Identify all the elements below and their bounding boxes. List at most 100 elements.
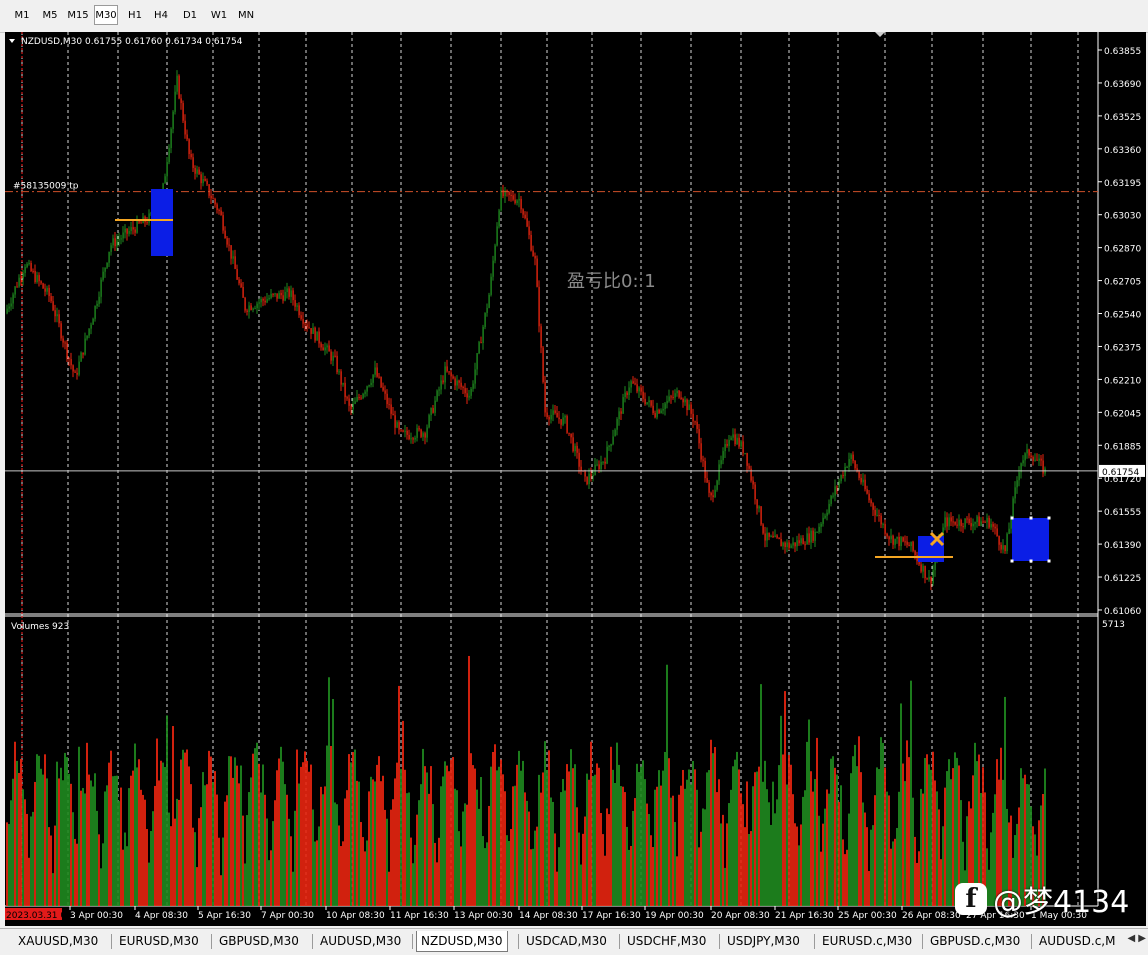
volume-bar bbox=[578, 832, 580, 906]
volume-bar bbox=[656, 786, 658, 906]
chart-tab-4[interactable]: AUDUSD,M30 bbox=[316, 931, 405, 951]
volume-bar bbox=[830, 758, 832, 906]
candle-body bbox=[352, 403, 354, 410]
volume-bar bbox=[814, 779, 816, 906]
timeframe-button-m15[interactable]: M15 bbox=[66, 6, 90, 26]
candle-body bbox=[572, 437, 574, 452]
box-handle[interactable] bbox=[1029, 559, 1033, 563]
candle-body bbox=[206, 180, 208, 185]
candle-body bbox=[52, 301, 54, 311]
candle-body bbox=[992, 524, 994, 527]
volume-bar bbox=[414, 844, 416, 906]
volume-bar bbox=[120, 787, 122, 906]
volume-bar bbox=[434, 842, 436, 906]
timeframe-button-h1[interactable]: H1 bbox=[126, 6, 144, 26]
volume-bar bbox=[334, 802, 336, 906]
volume-bar bbox=[898, 791, 900, 906]
candle-body bbox=[538, 286, 540, 327]
box-handle[interactable] bbox=[1029, 516, 1033, 520]
box-handle[interactable] bbox=[1010, 559, 1014, 563]
chart-tab-5[interactable]: NZDUSD,M30 bbox=[416, 931, 508, 952]
chart-tab-8[interactable]: USDJPY,M30 bbox=[723, 931, 804, 951]
volume-bar bbox=[124, 832, 126, 906]
chart-tab-1[interactable]: XAUUSD,M30 bbox=[14, 931, 102, 951]
timeframe-button-m30[interactable]: M30 bbox=[94, 5, 118, 25]
candle-body bbox=[632, 381, 634, 384]
volume-bar bbox=[342, 841, 344, 906]
box-handle[interactable] bbox=[1010, 516, 1014, 520]
volume-bar bbox=[872, 825, 874, 906]
volume-bar bbox=[552, 801, 554, 906]
volume-bar bbox=[162, 762, 164, 906]
volume-bar bbox=[520, 770, 522, 906]
candle-body bbox=[370, 382, 372, 386]
chart-tab-9[interactable]: EURUSD.c,M30 bbox=[818, 931, 916, 951]
volume-bar bbox=[692, 760, 694, 906]
chart-tab-3[interactable]: GBPUSD,M30 bbox=[215, 931, 303, 951]
trade-box-2[interactable] bbox=[918, 536, 944, 562]
candle-body bbox=[174, 91, 176, 112]
volume-bar bbox=[596, 763, 598, 906]
volume-bar bbox=[510, 829, 512, 906]
trade-box-1[interactable] bbox=[151, 189, 173, 256]
timeframe-button-d1[interactable]: D1 bbox=[181, 6, 199, 26]
chart-tab-11[interactable]: AUDUSD.c,M bbox=[1035, 931, 1119, 951]
chart-canvas[interactable]: 0.63855 0.63690 0.63525 0.63360 0.63195 0.630… bbox=[5, 32, 1146, 926]
candle-body bbox=[330, 351, 332, 361]
volume-bar bbox=[200, 807, 202, 906]
date-label: 20 Apr 08:30 bbox=[711, 911, 770, 921]
candle-body bbox=[774, 535, 776, 538]
candle-body bbox=[304, 323, 306, 325]
chart-tab-7[interactable]: USDCHF,M30 bbox=[623, 931, 710, 951]
volume-bar bbox=[68, 773, 70, 906]
trade-box-3[interactable] bbox=[1012, 518, 1049, 561]
timeframe-button-h4[interactable]: H4 bbox=[152, 6, 170, 26]
volume-bar bbox=[696, 789, 698, 906]
candle-body bbox=[914, 550, 916, 556]
volume-bar bbox=[772, 781, 774, 906]
candle-body bbox=[232, 256, 234, 259]
candle-body bbox=[534, 255, 536, 259]
volume-bar bbox=[460, 846, 462, 906]
tab-scroll-arrows-icon[interactable]: ◀ ▶ bbox=[1127, 933, 1146, 944]
candle-body bbox=[276, 293, 278, 299]
shift-marker-icon[interactable] bbox=[875, 32, 885, 37]
candle-body bbox=[890, 535, 892, 540]
timeframe-button-m1[interactable]: M1 bbox=[12, 6, 32, 26]
chart-tab-10[interactable]: GBPUSD.c,M30 bbox=[926, 931, 1024, 951]
candle-body bbox=[704, 460, 706, 479]
box-handle[interactable] bbox=[1047, 516, 1051, 520]
collapse-arrow-icon[interactable] bbox=[9, 39, 15, 43]
timeframe-button-m5[interactable]: M5 bbox=[40, 6, 60, 26]
volume-bar bbox=[754, 772, 756, 906]
candle-body bbox=[214, 198, 216, 205]
volume-bar bbox=[378, 756, 380, 906]
candle-body bbox=[224, 230, 226, 239]
volume-bar bbox=[318, 826, 320, 906]
chart-tab-6[interactable]: USDCAD,M30 bbox=[522, 931, 611, 951]
candle-body bbox=[526, 218, 528, 227]
volume-bar bbox=[920, 788, 922, 906]
timeframe-button-mn[interactable]: MN bbox=[236, 6, 256, 26]
volume-bar bbox=[66, 757, 68, 906]
candle-body bbox=[402, 430, 404, 432]
chart-window[interactable]: 0.63855 0.63690 0.63525 0.63360 0.63195 0.630… bbox=[5, 32, 1146, 926]
volume-bar bbox=[892, 841, 894, 906]
candle-body bbox=[354, 401, 356, 404]
candle-body bbox=[912, 541, 914, 551]
price-label: 0.63360 bbox=[1104, 146, 1141, 156]
candle-body bbox=[96, 303, 98, 306]
candle-body bbox=[98, 296, 100, 304]
volume-bar bbox=[184, 752, 186, 906]
candle-body bbox=[672, 397, 674, 399]
volume-bar bbox=[730, 789, 732, 906]
volume-bar bbox=[652, 847, 654, 906]
chart-tab-2[interactable]: EURUSD,M30 bbox=[115, 931, 203, 951]
volume-bar bbox=[788, 754, 790, 906]
volume-bar bbox=[534, 830, 536, 906]
candle-body bbox=[584, 471, 586, 477]
box-handle[interactable] bbox=[1047, 559, 1051, 563]
volume-bar bbox=[102, 843, 104, 906]
volumes-label: Volumes 923 bbox=[11, 622, 69, 632]
timeframe-button-w1[interactable]: W1 bbox=[209, 6, 229, 26]
